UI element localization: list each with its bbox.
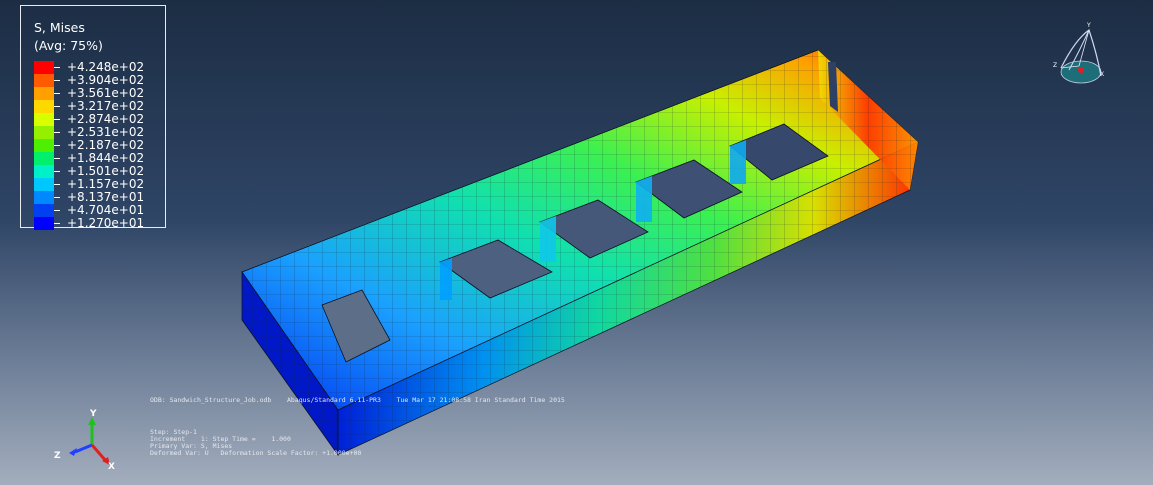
deformed-var-label: Deformed Var: U Deformation Scale Factor… (150, 449, 362, 457)
odb-info-line: ODB: Sandwich_Structure_Job.odb Abaqus/S… (150, 396, 565, 404)
triad-y-label: Y (90, 409, 97, 419)
view-triad-y-label: Y (1087, 22, 1091, 29)
sandwich-structure-model[interactable] (241, 49, 919, 457)
view-cube-icon[interactable] (1055, 22, 1111, 88)
view-triad-z-label: Z (1053, 62, 1058, 69)
triad-z-label: Z (54, 451, 61, 461)
model-viewport[interactable] (0, 0, 1153, 485)
triad-x-label: X (108, 462, 115, 472)
view-triad-x-label: X (1100, 71, 1105, 78)
